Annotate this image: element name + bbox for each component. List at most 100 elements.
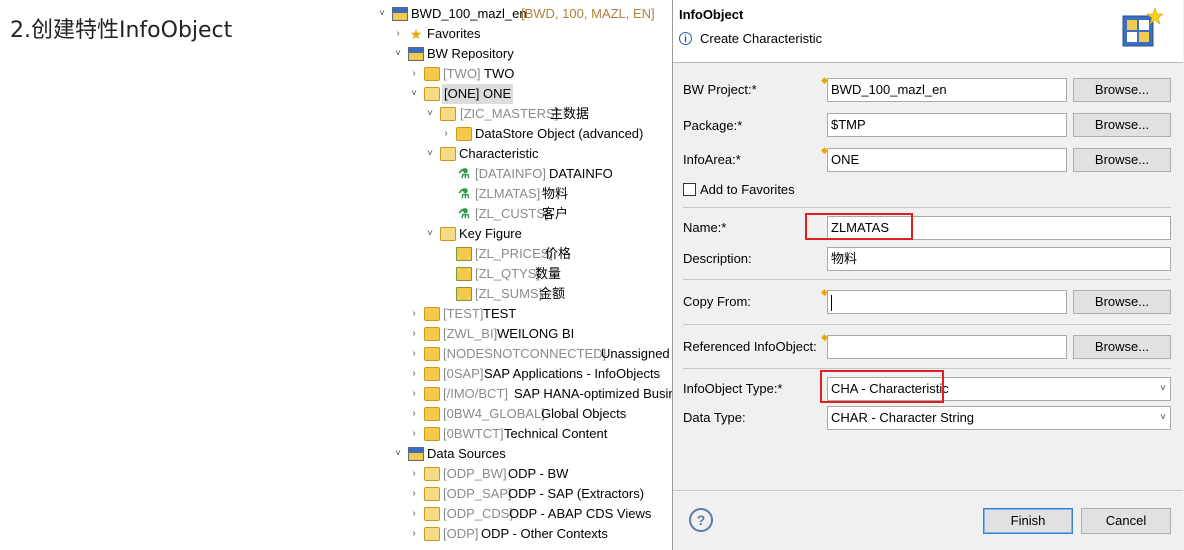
- chevron-right-icon[interactable]: ›: [408, 464, 420, 484]
- tree-item-tech: [ZLMATAS]: [475, 186, 541, 201]
- infoarea-field[interactable]: ONE: [827, 148, 1067, 172]
- tree-item-tech: [ODP_CDS]: [443, 506, 514, 521]
- finish-button[interactable]: Finish: [983, 508, 1073, 534]
- folder-icon: [456, 127, 472, 141]
- dialog-header: InfoObject i Create Characteristic: [673, 0, 1183, 63]
- tree-item-label: 物料: [542, 186, 569, 201]
- help-icon[interactable]: ?: [689, 508, 713, 532]
- chevron-right-icon[interactable]: ›: [408, 364, 420, 384]
- chevron-down-icon[interactable]: ˅: [392, 444, 404, 464]
- tree-item-label: WEILONG BI: [497, 326, 575, 341]
- folder-icon: [424, 507, 440, 521]
- highlight-box: [820, 370, 944, 403]
- chevron-right-icon[interactable]: ›: [408, 504, 420, 524]
- chevron-right-icon[interactable]: ›: [408, 304, 420, 324]
- star-icon: ★: [409, 26, 423, 42]
- infoarea-label: InfoArea:*: [683, 152, 741, 167]
- tree-item-label: ODP - SAP (Extractors): [508, 486, 645, 501]
- chevron-right-icon[interactable]: ›: [408, 324, 420, 344]
- tree-item-tech: [ZL_CUSTS]: [475, 206, 549, 221]
- name-label: Name:*: [683, 220, 727, 235]
- tree-item-tech: [NODESNOTCONNECTED]: [443, 346, 607, 361]
- tree-item-label: TEST: [483, 306, 517, 321]
- copy-from-field[interactable]: [827, 290, 1067, 314]
- chevron-down-icon[interactable]: ˅: [376, 4, 388, 24]
- chevron-right-icon[interactable]: ›: [408, 404, 420, 424]
- dialog-title: InfoObject: [679, 7, 744, 22]
- tree-item-tech: [ZL_SUMS]: [475, 286, 543, 301]
- cancel-button[interactable]: Cancel: [1081, 508, 1171, 534]
- keyfigure-icon: [456, 267, 472, 281]
- tree-item-label: Global Objects: [541, 406, 627, 421]
- tree-item-label: Technical Content: [504, 426, 608, 441]
- tree-item-label: Favorites: [427, 26, 481, 41]
- separator: [683, 324, 1171, 325]
- data-type-select[interactable]: CHAR - Character String ˅: [827, 406, 1171, 430]
- tree-item-label: DATAINFO: [549, 166, 613, 181]
- description-label: Description:: [683, 251, 752, 266]
- bw-project-field[interactable]: BWD_100_mazl_en: [827, 78, 1067, 102]
- infoarea-folder-icon: [424, 407, 440, 421]
- folder-icon: [440, 227, 456, 241]
- characteristic-icon: ⚗: [458, 186, 470, 201]
- tree-item-label: Data Sources: [427, 446, 506, 461]
- chevron-down-icon[interactable]: ˅: [408, 84, 420, 104]
- chevron-right-icon[interactable]: ›: [408, 424, 420, 444]
- chevron-down-icon[interactable]: ˅: [424, 224, 436, 244]
- chevron-down-icon[interactable]: ˅: [392, 44, 404, 64]
- separator: [683, 207, 1171, 208]
- description-field[interactable]: 物料: [827, 247, 1171, 271]
- chevron-right-icon[interactable]: ›: [408, 344, 420, 364]
- dialog-subtitle: Create Characteristic: [700, 31, 823, 46]
- browse-referenced-button[interactable]: Browse...: [1073, 335, 1171, 359]
- chevron-right-icon[interactable]: ›: [408, 484, 420, 504]
- tree-item-tech: [ODP_BW]: [443, 466, 507, 481]
- tree-item-tech: [DATAINFO]: [475, 166, 547, 181]
- tree-item-tech: [0SAP]: [443, 366, 484, 381]
- tree-item-tech: [TEST]: [443, 306, 484, 321]
- datasources-icon: [408, 447, 424, 461]
- chevron-right-icon[interactable]: ›: [408, 524, 420, 544]
- tree-item-label: ONE: [483, 86, 512, 101]
- tree-item-tech: [ODP]: [443, 526, 479, 541]
- chevron-right-icon[interactable]: ›: [408, 64, 420, 84]
- referenced-infoobject-label: Referenced InfoObject:: [683, 339, 817, 354]
- infoarea-folder-icon: [440, 107, 456, 121]
- infoobject-wizard-dialog: InfoObject i Create Characteristic BW Pr…: [672, 0, 1184, 550]
- project-explorer-tree: ˅ BWD_100_mazl_en [BWD, 100, MAZL, EN] ›…: [372, 0, 672, 550]
- repository-icon: [408, 47, 424, 61]
- add-to-favorites-checkbox[interactable]: [683, 183, 696, 196]
- tree-item-tech: [ZL_QTYS]: [475, 266, 541, 281]
- infoarea-folder-icon: [424, 87, 440, 101]
- tree-item-selected: [ONE] ONE: [442, 84, 514, 104]
- browse-project-button[interactable]: Browse...: [1073, 78, 1171, 102]
- data-type-label: Data Type:: [683, 410, 746, 425]
- chevron-right-icon[interactable]: ›: [408, 384, 420, 404]
- browse-package-button[interactable]: Browse...: [1073, 113, 1171, 137]
- chevron-right-icon[interactable]: ›: [440, 124, 452, 144]
- bw-project-icon: [392, 7, 408, 21]
- package-label: Package:*: [683, 118, 743, 133]
- chevron-down-icon[interactable]: ˅: [424, 104, 436, 124]
- wizard-banner-icon: [1122, 7, 1163, 47]
- referenced-infoobject-field[interactable]: [827, 335, 1067, 359]
- browse-infoarea-button[interactable]: Browse...: [1073, 148, 1171, 172]
- infoobject-type-label: InfoObject Type:*: [683, 381, 783, 396]
- tree-item-label: Key Figure: [459, 226, 522, 241]
- infoarea-folder-icon: [424, 387, 440, 401]
- chevron-right-icon[interactable]: ›: [392, 24, 404, 44]
- tree-item-label: BWD_100_mazl_en: [411, 6, 527, 21]
- package-field[interactable]: $TMP: [827, 113, 1067, 137]
- tree-item-label: SAP HANA-optimized Busin: [514, 386, 672, 401]
- tree-item-tech: [ONE]: [444, 86, 480, 101]
- tree-item-label: DataStore Object (advanced): [475, 126, 644, 141]
- highlight-box: [805, 213, 913, 240]
- characteristic-icon: ⚗: [458, 206, 470, 221]
- folder-icon: [424, 527, 440, 541]
- browse-copy-from-button[interactable]: Browse...: [1073, 290, 1171, 314]
- infoarea-folder-icon: [424, 307, 440, 321]
- tree-item-label: Unassigned: [601, 346, 670, 361]
- tree-item-tech: [0BW4_GLOBAL]: [443, 406, 545, 421]
- infoarea-folder-icon: [424, 347, 440, 361]
- chevron-down-icon[interactable]: ˅: [424, 144, 436, 164]
